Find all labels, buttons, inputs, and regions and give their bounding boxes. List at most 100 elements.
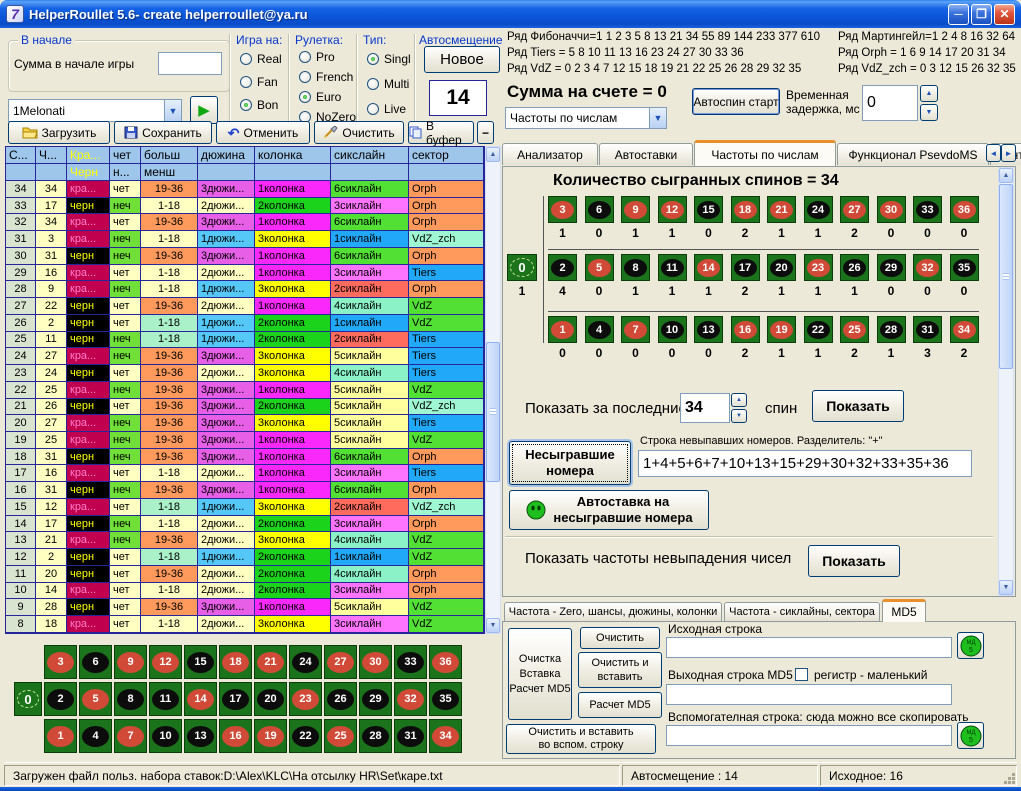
tab-next-icon[interactable]: ► (1001, 144, 1016, 162)
table-cell[interactable]: черн (67, 315, 110, 332)
table-cell[interactable]: 3дюжи... (198, 248, 255, 265)
board-cell-4[interactable]: 4 (79, 719, 112, 753)
table-cell[interactable]: черн (67, 298, 110, 315)
table-cell[interactable]: 1-18 (141, 198, 198, 215)
mode-combobox[interactable]: Частоты по числам ▼ (505, 107, 667, 129)
table-cell[interactable]: черн (67, 198, 110, 215)
table-cell[interactable]: 9 (36, 281, 67, 298)
board-cell-15[interactable]: 15 (184, 645, 217, 679)
table-cell[interactable]: 2дюжи... (198, 198, 255, 215)
scroll-up-icon[interactable]: ▲ (999, 168, 1013, 183)
table-cell[interactable]: чет (110, 298, 141, 315)
table-row[interactable]: 262чернчет1-181дюжи...2колонка1сиклайнVd… (6, 315, 484, 332)
missed-numbers-field[interactable]: 1+4+5+6+7+10+13+15+29+30+32+33+35+36 (638, 450, 972, 477)
table-cell[interactable]: Tiers (409, 348, 484, 365)
table-cell[interactable]: 2колонка (255, 198, 331, 215)
table-cell[interactable]: чет (110, 599, 141, 616)
column-header[interactable] (6, 164, 36, 181)
table-cell[interactable]: 1колонка (255, 465, 331, 482)
table-cell[interactable]: 24 (36, 365, 67, 382)
table-cell[interactable]: 32 (6, 214, 36, 231)
board-cell-26[interactable]: 26 (324, 682, 357, 716)
table-cell[interactable]: 2сиклайн (331, 332, 409, 349)
table-cell[interactable]: 1-18 (141, 231, 198, 248)
table-cell[interactable]: 26 (6, 315, 36, 332)
table-cell[interactable]: 27 (6, 298, 36, 315)
table-cell[interactable]: Orph (409, 248, 484, 265)
md5-out-field[interactable] (666, 684, 952, 705)
table-cell[interactable]: 17 (6, 465, 36, 482)
board-cell-33[interactable]: 33 (394, 645, 427, 679)
table-cell[interactable]: 2дюжи... (198, 532, 255, 549)
table-cell[interactable]: 19-36 (141, 214, 198, 231)
autobet-missed-button[interactable]: Автоставка нанесыгравшие номера (509, 490, 709, 530)
table-cell[interactable]: 31 (36, 248, 67, 265)
table-cell[interactable]: черн (67, 248, 110, 265)
table-cell[interactable]: неч (110, 516, 141, 533)
table-cell[interactable]: 31 (36, 482, 67, 499)
radio-french[interactable]: French (299, 70, 353, 84)
table-cell[interactable]: 5сиклайн (331, 415, 409, 432)
table-cell[interactable]: 1колонка (255, 599, 331, 616)
table-cell[interactable]: 11 (36, 332, 67, 349)
table-cell[interactable]: неч (110, 248, 141, 265)
board-cell-18[interactable]: 18 (219, 645, 252, 679)
radio-fan[interactable]: Fan (240, 75, 278, 89)
table-cell[interactable]: Orph (409, 449, 484, 466)
table-cell[interactable]: Orph (409, 198, 484, 215)
table-cell[interactable]: 13 (6, 532, 36, 549)
table-cell[interactable]: VdZ (409, 382, 484, 399)
show-last-field[interactable]: 34 (680, 393, 730, 423)
board-cell-30[interactable]: 30 (359, 645, 392, 679)
table-cell[interactable]: 19-36 (141, 432, 198, 449)
column-header[interactable]: дюжина (198, 147, 255, 164)
table-row[interactable]: 1831черннеч19-363дюжи...1колонка6сиклайн… (6, 449, 484, 466)
table-cell[interactable]: Orph (409, 516, 484, 533)
play-button[interactable]: ▶ (190, 96, 218, 124)
scrollbar-thumb[interactable] (999, 184, 1013, 369)
board-cell-34[interactable]: 34 (429, 719, 462, 753)
table-cell[interactable]: 5сиклайн (331, 432, 409, 449)
table-row[interactable]: 2722чернчет19-362дюжи...1колонка4сиклайн… (6, 298, 484, 315)
table-cell[interactable]: 16 (36, 265, 67, 282)
board-cell-3[interactable]: 3 (44, 645, 77, 679)
table-cell[interactable]: 1колонка (255, 382, 331, 399)
table-cell[interactable]: 25 (6, 332, 36, 349)
table-cell[interactable]: 24 (6, 348, 36, 365)
table-cell[interactable]: 1колонка (255, 214, 331, 231)
table-cell[interactable]: Orph (409, 214, 484, 231)
start-sum-field[interactable] (158, 52, 222, 75)
table-cell[interactable]: Orph (409, 482, 484, 499)
table-row[interactable]: 313кра...неч1-181дюжи...3колонка1сиклайн… (6, 231, 484, 248)
board-cell-19[interactable]: 19 (254, 719, 287, 753)
table-cell[interactable]: 5сиклайн (331, 599, 409, 616)
board-cell-0[interactable]: 0 (14, 682, 42, 716)
table-cell[interactable]: 31 (36, 449, 67, 466)
table-row[interactable]: 2916кра...чет1-182дюжи...1колонка3сиклай… (6, 265, 484, 282)
table-cell[interactable]: 28 (36, 599, 67, 616)
board-cell-2[interactable]: 2 (44, 682, 77, 716)
table-row[interactable]: 1925кра...неч19-363дюжи...1колонка5сикла… (6, 432, 484, 449)
table-cell[interactable]: 1колонка (255, 482, 331, 499)
table-cell[interactable]: 6сиклайн (331, 482, 409, 499)
table-cell[interactable]: Tiers (409, 265, 484, 282)
md5-clear-paste-calc-button[interactable]: ОчисткаВставкаРасчет MD5 (508, 628, 572, 720)
table-cell[interactable]: 3колонка (255, 499, 331, 516)
table-cell[interactable]: 1сиклайн (331, 231, 409, 248)
table-cell[interactable]: 2дюжи... (198, 365, 255, 382)
table-cell[interactable]: 2дюжи... (198, 516, 255, 533)
table-cell[interactable]: 3колонка (255, 616, 331, 633)
spin-down-icon[interactable]: ▼ (731, 409, 747, 423)
table-cell[interactable]: VdZ_zch (409, 231, 484, 248)
table-row[interactable]: 1631черннеч19-363дюжи...1колонка6сиклайн… (6, 482, 484, 499)
table-cell[interactable]: 27 (36, 415, 67, 432)
md5-run-aux-button[interactable]: МД5 (957, 722, 984, 749)
column-header[interactable]: Кра... (67, 147, 110, 164)
board-cell-7[interactable]: 7 (114, 719, 147, 753)
table-cell[interactable]: 3сиклайн (331, 583, 409, 600)
table-cell[interactable]: VdZ (409, 298, 484, 315)
table-cell[interactable]: 6сиклайн (331, 181, 409, 198)
table-cell[interactable]: 2дюжи... (198, 265, 255, 282)
table-cell[interactable]: VdZ (409, 432, 484, 449)
board-cell-32[interactable]: 32 (394, 682, 427, 716)
